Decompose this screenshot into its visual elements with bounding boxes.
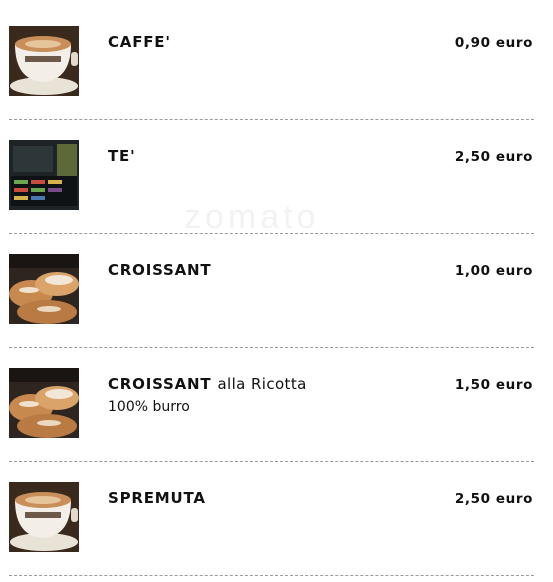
menu-item[interactable]: CROISSANT 1,00 euro <box>9 234 534 348</box>
item-name: SPREMUTA <box>108 489 206 507</box>
menu-item[interactable]: TE' 2,50 euro <box>9 120 534 234</box>
coffee-cup-icon <box>9 482 79 552</box>
item-name: CROISSANT <box>108 261 212 279</box>
menu-item[interactable]: SPREMUTA 2,50 euro <box>9 462 534 576</box>
menu-item[interactable]: CAFFE' 0,90 euro <box>9 6 534 120</box>
coffee-cup-icon <box>9 26 79 96</box>
item-name: TE' <box>108 147 136 165</box>
item-price: 1,50 euro <box>454 377 533 393</box>
croissant-icon <box>9 368 79 438</box>
item-price: 0,90 euro <box>454 35 533 51</box>
item-name-sub: alla Ricotta <box>217 375 307 393</box>
item-price: 1,00 euro <box>454 263 533 279</box>
item-name-main: CROISSANT <box>108 375 212 393</box>
menu-list: CAFFE' 0,90 euro TE' 2,50 euro CROISSANT… <box>9 6 534 576</box>
croissant-icon <box>9 254 79 324</box>
item-price: 2,50 euro <box>454 149 533 165</box>
item-description: 100% burro <box>108 399 190 415</box>
item-price: 2,50 euro <box>454 491 533 507</box>
item-name: CROISSANT alla Ricotta <box>108 375 307 393</box>
tea-box-icon <box>9 140 79 210</box>
item-name: CAFFE' <box>108 33 171 51</box>
menu-item[interactable]: CROISSANT alla Ricotta 100% burro 1,50 e… <box>9 348 534 462</box>
